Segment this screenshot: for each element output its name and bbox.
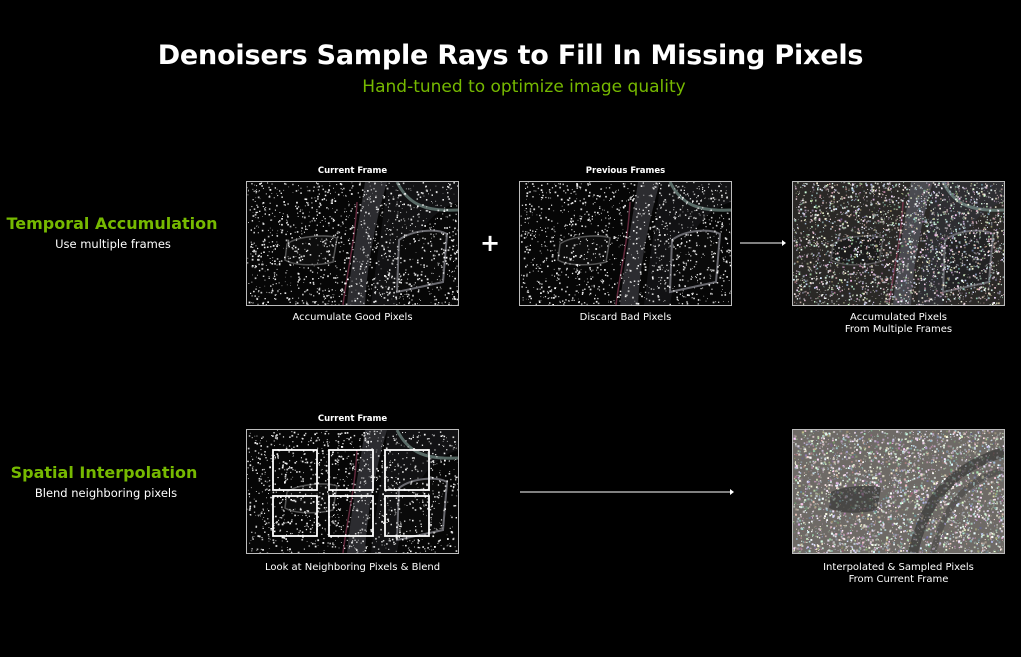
previous-frames-label: Previous Frames [585,166,666,176]
spatial-title: Spatial Interpolation [10,463,198,482]
temporal-title: Temporal Accumulation [6,214,218,233]
temporal-arrow [740,240,786,246]
page-subtitle: Hand-tuned to optimize image quality [362,77,686,97]
caption-neighboring-blend: Look at Neighboring Pixels & Blend [264,562,441,573]
caption-interpolated: Interpolated & Sampled Pixels From Curre… [823,562,974,585]
spatial-subtitle: Blend neighboring pixels [34,486,178,500]
spatial-current-frame-label: Current Frame [317,414,388,424]
current-frame-label: Current Frame [317,166,388,176]
accumulated-result-image [792,181,1005,306]
current-frame-image [246,181,459,306]
temporal-subtitle: Use multiple frames [55,237,171,251]
page-title: Denoisers Sample Rays to Fill In Missing… [157,40,864,71]
previous-frames-image [519,181,732,306]
plus-operator: + [480,229,501,257]
spatial-current-frame-image [246,429,459,554]
interpolated-result-image [792,429,1005,554]
caption-accumulate-good: Accumulate Good Pixels [292,312,413,323]
spatial-arrow [520,489,734,495]
caption-discard-bad: Discard Bad Pixels [579,312,672,323]
caption-accumulated: Accumulated Pixels From Multiple Frames [844,312,953,335]
